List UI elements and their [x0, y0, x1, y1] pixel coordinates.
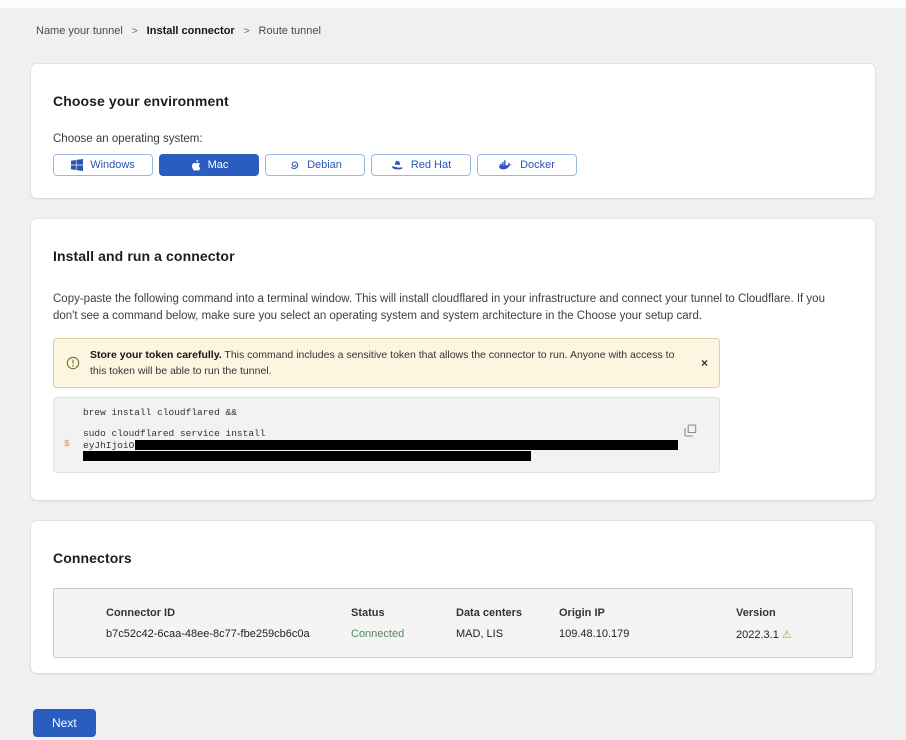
- column-header-connector-id: Connector ID: [106, 607, 351, 619]
- install-card-title: Install and run a connector: [53, 248, 853, 264]
- install-connector-card: Install and run a connector Copy-paste t…: [31, 219, 875, 500]
- apple-icon: [190, 159, 201, 172]
- os-button-label: Windows: [90, 159, 135, 171]
- redaction-bar: [135, 440, 678, 450]
- connectors-card-title: Connectors: [53, 550, 853, 566]
- install-description: Copy-paste the following command into a …: [53, 291, 851, 325]
- windows-icon: [71, 159, 83, 171]
- connectors-card: Connectors Connector ID Status Data cent…: [31, 521, 875, 673]
- code-line-token-continued: [64, 451, 683, 463]
- warning-close-button[interactable]: ×: [701, 356, 708, 370]
- os-button-label: Red Hat: [411, 159, 451, 171]
- connector-id-value: b7c52c42-6caa-48ee-8c77-fbe259cb6c0a: [106, 628, 351, 640]
- docker-icon: [499, 159, 513, 171]
- environment-card-title: Choose your environment: [53, 93, 853, 109]
- code-line-brew: brew install cloudflared &&: [64, 408, 683, 419]
- column-header-origin-ip: Origin IP: [559, 607, 736, 619]
- column-header-status: Status: [351, 607, 456, 619]
- os-button-label: Docker: [520, 159, 555, 171]
- os-button-mac[interactable]: Mac: [159, 154, 259, 176]
- copy-command-button[interactable]: [684, 424, 697, 437]
- data-centers-value: MAD, LIS: [456, 628, 559, 640]
- token-prefix: eyJhIjoiO: [83, 440, 134, 451]
- origin-ip-value: 109.48.10.179: [559, 628, 736, 640]
- breadcrumb-separator: >: [132, 26, 138, 37]
- os-button-label: Mac: [208, 159, 229, 171]
- column-header-version: Version: [736, 607, 842, 619]
- code-line-token: eyJhIjoiO: [64, 440, 683, 452]
- os-label: Choose an operating system:: [53, 133, 853, 145]
- code-line-service-install: sudo cloudflared service install: [64, 429, 683, 440]
- version-warning-icon: ⚠: [782, 629, 792, 641]
- install-command-code-block: $ brew install cloudflared && sudo cloud…: [53, 397, 720, 473]
- os-button-group: Windows Mac Debian Red Hat: [53, 154, 853, 176]
- breadcrumb-step-name-your-tunnel[interactable]: Name your tunnel: [36, 25, 123, 37]
- token-warning-banner: Store your token carefully. This command…: [53, 338, 720, 388]
- os-button-redhat[interactable]: Red Hat: [371, 154, 471, 176]
- warning-message-bold: Store your token carefully.: [90, 349, 222, 361]
- choose-environment-card: Choose your environment Choose an operat…: [31, 64, 875, 198]
- os-button-windows[interactable]: Windows: [53, 154, 153, 176]
- redhat-icon: [391, 159, 404, 171]
- debian-icon: [288, 159, 300, 171]
- table-row[interactable]: b7c52c42-6caa-48ee-8c77-fbe259cb6c0a Con…: [106, 628, 842, 641]
- next-button[interactable]: Next: [33, 709, 96, 737]
- version-value: 2022.3.1⚠: [736, 628, 842, 641]
- breadcrumb-step-route-tunnel[interactable]: Route tunnel: [259, 25, 321, 37]
- redaction-bar: [83, 451, 531, 461]
- breadcrumb: Name your tunnel > Install connector > R…: [0, 8, 906, 37]
- wizard-content: Choose your environment Choose an operat…: [0, 37, 906, 737]
- copy-icon: [684, 424, 697, 437]
- version-number: 2022.3.1: [736, 629, 779, 641]
- breadcrumb-separator: >: [244, 26, 250, 37]
- status-badge: Connected: [351, 628, 456, 640]
- column-header-data-centers: Data centers: [456, 607, 559, 619]
- connectors-table: Connector ID Status Data centers Origin …: [53, 588, 853, 658]
- alert-circle-icon: [66, 356, 80, 370]
- warning-message: Store your token carefully. This command…: [90, 347, 675, 379]
- breadcrumb-step-install-connector[interactable]: Install connector: [147, 25, 235, 37]
- shell-prompt: $: [64, 439, 70, 450]
- connectors-table-header: Connector ID Status Data centers Origin …: [106, 607, 842, 619]
- os-button-label: Debian: [307, 159, 342, 171]
- top-strip: [0, 0, 906, 8]
- os-button-docker[interactable]: Docker: [477, 154, 577, 176]
- os-button-debian[interactable]: Debian: [265, 154, 365, 176]
